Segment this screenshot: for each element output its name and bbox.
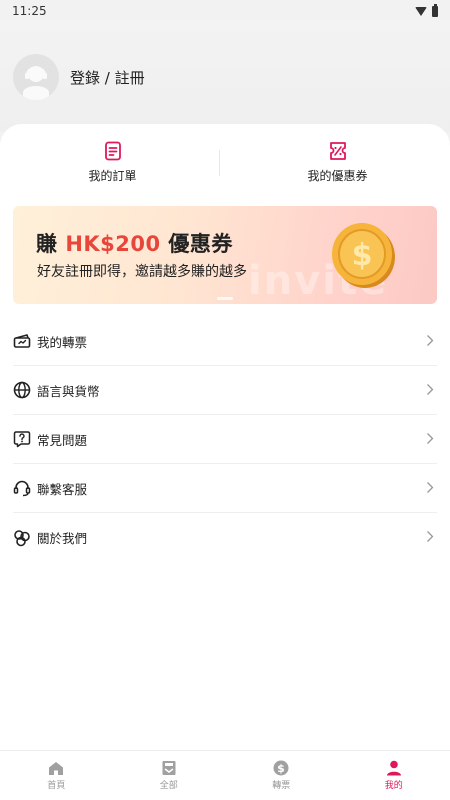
my-coupons-link[interactable]: 我的優惠券 bbox=[225, 141, 450, 191]
my-orders-link[interactable]: 我的訂單 bbox=[0, 141, 225, 191]
svg-text:$: $ bbox=[277, 762, 285, 775]
menu-item-label: 語言與貨幣 bbox=[37, 383, 100, 399]
menu-item-label: 關於我們 bbox=[37, 531, 88, 546]
gold-coin-icon: $ bbox=[332, 223, 395, 288]
chevron-right-icon bbox=[427, 433, 434, 444]
ticket-icon bbox=[13, 332, 31, 350]
person-icon bbox=[386, 760, 401, 776]
menu-item-label: 聯繫客服 bbox=[37, 481, 88, 497]
tab-resale[interactable]: $ 轉票 bbox=[225, 751, 338, 800]
chevron-right-icon bbox=[427, 384, 434, 395]
quick-links: 我的訂單 我的優惠券 bbox=[0, 141, 450, 191]
dollar-icon: $ bbox=[273, 760, 289, 776]
menu-item-language-currency[interactable]: 語言與貨幣 bbox=[13, 366, 437, 415]
svg-text:$: $ bbox=[352, 238, 373, 273]
chevron-right-icon bbox=[427, 482, 434, 493]
bottom-tab-bar: 首頁 全部 $ 轉票 我的 bbox=[0, 750, 450, 800]
status-time: 11:25 bbox=[12, 4, 47, 18]
tab-label: 我的 bbox=[384, 781, 403, 791]
coupon-icon bbox=[329, 142, 346, 160]
settings-menu: 我的轉票 語言與貨幣 常見問題 聯繫客服 關於我們 bbox=[13, 317, 437, 562]
menu-item-contact-support[interactable]: 聯繫客服 bbox=[13, 464, 437, 513]
promo-title-suffix: 優惠券 bbox=[160, 232, 233, 256]
tab-home[interactable]: 首頁 bbox=[0, 751, 113, 800]
avatar[interactable] bbox=[13, 54, 59, 100]
tab-me[interactable]: 我的 bbox=[338, 751, 450, 800]
menu-item-about-us[interactable]: 關於我們 bbox=[13, 513, 437, 562]
invite-promo-banner[interactable]: invite 賺 HK$200 優惠券 好友註冊即得，邀請越多賺的越多 $ bbox=[13, 206, 437, 304]
login-link[interactable]: 登錄 / 註冊 bbox=[70, 67, 145, 88]
menu-item-label: 我的轉票 bbox=[37, 334, 88, 350]
battery-icon bbox=[432, 3, 438, 17]
globe-icon bbox=[13, 381, 31, 399]
promo-amount: HK$200 bbox=[65, 232, 161, 256]
menu-item-faq[interactable]: 常見問題 bbox=[13, 415, 437, 464]
status-icons bbox=[415, 3, 438, 17]
tab-label: 全部 bbox=[159, 781, 178, 791]
promo-title: 賺 HK$200 優惠券 bbox=[36, 228, 233, 258]
chevron-right-icon bbox=[427, 335, 434, 346]
home-icon bbox=[49, 761, 64, 775]
profile-header[interactable]: 登錄 / 註冊 bbox=[0, 22, 450, 132]
promo-title-prefix: 賺 bbox=[36, 232, 66, 256]
wifi-icon bbox=[415, 6, 427, 16]
promo-subtitle: 好友註冊即得，邀請越多賺的越多 bbox=[37, 264, 247, 280]
quick-links-divider bbox=[219, 150, 220, 176]
order-icon bbox=[104, 141, 121, 161]
menu-item-my-tickets[interactable]: 我的轉票 bbox=[13, 317, 437, 366]
main-card: 我的訂單 我的優惠券 invite 賺 HK$200 優惠券 好友註冊即得，邀請… bbox=[0, 124, 450, 750]
question-icon bbox=[13, 430, 31, 448]
carousel-indicator bbox=[217, 297, 233, 300]
tab-label: 首頁 bbox=[47, 780, 66, 791]
my-coupons-label: 我的優惠券 bbox=[307, 169, 368, 183]
headset-icon bbox=[13, 479, 31, 497]
my-orders-label: 我的訂單 bbox=[88, 169, 137, 183]
status-bar: 11:25 bbox=[0, 0, 450, 22]
tab-label: 轉票 bbox=[272, 781, 291, 791]
chevron-right-icon bbox=[427, 531, 434, 542]
all-icon bbox=[162, 761, 176, 775]
menu-item-label: 常見問題 bbox=[37, 432, 88, 448]
default-avatar-icon bbox=[23, 66, 49, 100]
tab-all[interactable]: 全部 bbox=[113, 751, 226, 800]
about-icon bbox=[13, 529, 31, 547]
